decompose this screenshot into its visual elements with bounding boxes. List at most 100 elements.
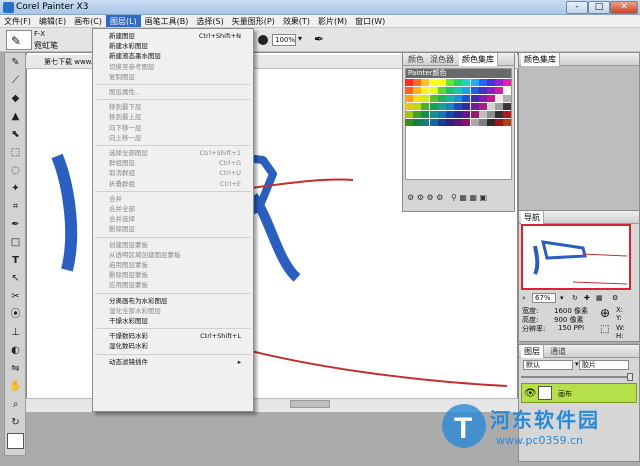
brush-selector[interactable]: ✎: [6, 30, 32, 50]
color-swatch[interactable]: [437, 87, 446, 94]
color-swatch[interactable]: [446, 87, 454, 94]
paint-bucket-icon[interactable]: ▲: [7, 109, 24, 125]
color-swatch[interactable]: [478, 111, 487, 118]
layer-adjuster-icon[interactable]: ⬉: [7, 127, 24, 143]
color-swatch[interactable]: [446, 119, 454, 126]
color-swatch[interactable]: [405, 103, 413, 110]
color-swatch[interactable]: [454, 87, 463, 94]
cloner-icon[interactable]: ⦿: [7, 307, 24, 323]
nav-grid-icon[interactable]: ▦: [596, 292, 603, 304]
layer-menu-item[interactable]: 分离画布为水彩图层: [109, 296, 249, 306]
blend-method-select[interactable]: 默认: [523, 360, 573, 370]
color-swatch[interactable]: [470, 87, 479, 94]
brush-size-icon[interactable]: [258, 35, 268, 45]
color-swatch[interactable]: [462, 95, 471, 102]
color-swatch[interactable]: [478, 79, 487, 86]
minimize-button[interactable]: -: [566, 1, 588, 14]
text-tool-icon[interactable]: T: [7, 253, 24, 269]
brush-tool-icon[interactable]: ✎: [7, 55, 24, 71]
color-swatch[interactable]: [487, 111, 495, 118]
color-swatch[interactable]: [437, 95, 446, 102]
nav-tools-icon[interactable]: ⚙: [612, 292, 618, 304]
color-swatch[interactable]: [405, 119, 413, 126]
main-color-swatch[interactable]: [7, 433, 24, 449]
color-swatch[interactable]: [454, 95, 463, 102]
color-swatch[interactable]: [478, 95, 487, 102]
color-swatch[interactable]: [429, 119, 438, 126]
color-swatch[interactable]: [421, 119, 430, 126]
composite-method-select[interactable]: 胶片: [579, 360, 629, 370]
menu-7[interactable]: 效果(T): [279, 15, 314, 27]
color-swatch[interactable]: [495, 111, 504, 118]
opacity-field[interactable]: 100%: [272, 34, 296, 46]
rubber-stamp-icon[interactable]: ⊥: [7, 325, 24, 341]
color-swatch[interactable]: [437, 103, 446, 110]
color-swatch[interactable]: [462, 87, 471, 94]
color-swatch[interactable]: [462, 103, 471, 110]
eraser-tool-icon[interactable]: ◆: [7, 91, 24, 107]
nav-options-icon[interactable]: ✚: [584, 292, 590, 304]
color-swatch[interactable]: [495, 119, 504, 126]
tab-color-sets-right[interactable]: 颜色集库: [521, 53, 560, 66]
scissors-icon[interactable]: ✂: [7, 289, 24, 305]
stylus-icon[interactable]: ✒: [314, 32, 324, 46]
color-swatch[interactable]: [478, 119, 487, 126]
grabber-icon[interactable]: ✋: [7, 379, 24, 395]
color-swatch[interactable]: [405, 111, 413, 118]
opacity-slider[interactable]: [521, 373, 637, 381]
color-swatch[interactable]: [421, 103, 430, 110]
color-swatch[interactable]: [429, 87, 438, 94]
color-swatch[interactable]: [413, 119, 422, 126]
color-swatch[interactable]: [454, 79, 463, 86]
color-swatch[interactable]: [470, 79, 479, 86]
tab-channels[interactable]: 通道: [547, 345, 569, 358]
color-swatch[interactable]: [487, 119, 495, 126]
color-swatch[interactable]: [413, 95, 422, 102]
color-swatch[interactable]: [495, 103, 504, 110]
color-swatch[interactable]: [478, 87, 487, 94]
zoom-field[interactable]: 67%: [532, 293, 556, 303]
color-swatch[interactable]: [487, 87, 495, 94]
opacity-dropdown-icon[interactable]: ▾: [298, 34, 302, 43]
horizontal-scrollbar[interactable]: [290, 400, 330, 408]
maximize-button[interactable]: □: [588, 1, 610, 14]
menu-4[interactable]: 画笔工具(B): [141, 15, 193, 27]
color-swatch[interactable]: [470, 95, 479, 102]
magic-wand-icon[interactable]: ✦: [7, 181, 24, 197]
color-swatch[interactable]: [503, 95, 512, 102]
color-swatch[interactable]: [470, 111, 479, 118]
layer-menu-item[interactable]: 湿化数码水彩: [109, 341, 249, 351]
color-swatch[interactable]: [487, 95, 495, 102]
color-swatch[interactable]: [446, 111, 454, 118]
menu-5[interactable]: 选择(S): [192, 15, 227, 27]
color-swatch[interactable]: [446, 95, 454, 102]
dropper-tool-icon[interactable]: ⟋: [7, 73, 24, 89]
color-swatch[interactable]: [421, 79, 430, 86]
color-swatch[interactable]: [462, 79, 471, 86]
menu-9[interactable]: 窗口(W): [351, 15, 389, 27]
shape-tool-icon[interactable]: □: [7, 235, 24, 251]
color-panel-toolbar[interactable]: ⚙ ⚙ ⚙ ⚙ ⚲ ▦ ▦ ▣: [407, 193, 511, 205]
magnifier-icon[interactable]: ⌕: [7, 397, 24, 413]
color-swatch[interactable]: [429, 79, 438, 86]
color-swatch[interactable]: [503, 79, 512, 86]
crop-icon[interactable]: ⌗: [7, 199, 24, 215]
color-swatch[interactable]: [487, 79, 495, 86]
color-swatch[interactable]: [470, 103, 479, 110]
color-swatch[interactable]: [495, 87, 504, 94]
menu-3[interactable]: 图层(L): [105, 15, 141, 27]
color-swatch[interactable]: [503, 111, 512, 118]
pen-tool-icon[interactable]: ✒: [7, 217, 24, 233]
rotate-icon[interactable]: ↻: [572, 292, 578, 304]
menu-0[interactable]: 文件(F): [0, 15, 35, 27]
tab-layers[interactable]: 图层: [521, 345, 544, 358]
navigator-thumbnail[interactable]: [521, 224, 631, 290]
color-swatch[interactable]: [421, 95, 430, 102]
color-swatch[interactable]: [429, 95, 438, 102]
tab-navigator[interactable]: 导航: [521, 211, 544, 224]
layer-menu-item[interactable]: 干燥水彩图层: [109, 316, 249, 326]
color-swatch[interactable]: [503, 87, 512, 94]
menu-1[interactable]: 编辑(E): [35, 15, 70, 27]
color-swatch[interactable]: [421, 111, 430, 118]
layer-menu-item[interactable]: 新建图层 Ctrl+Shift+N: [109, 31, 249, 41]
